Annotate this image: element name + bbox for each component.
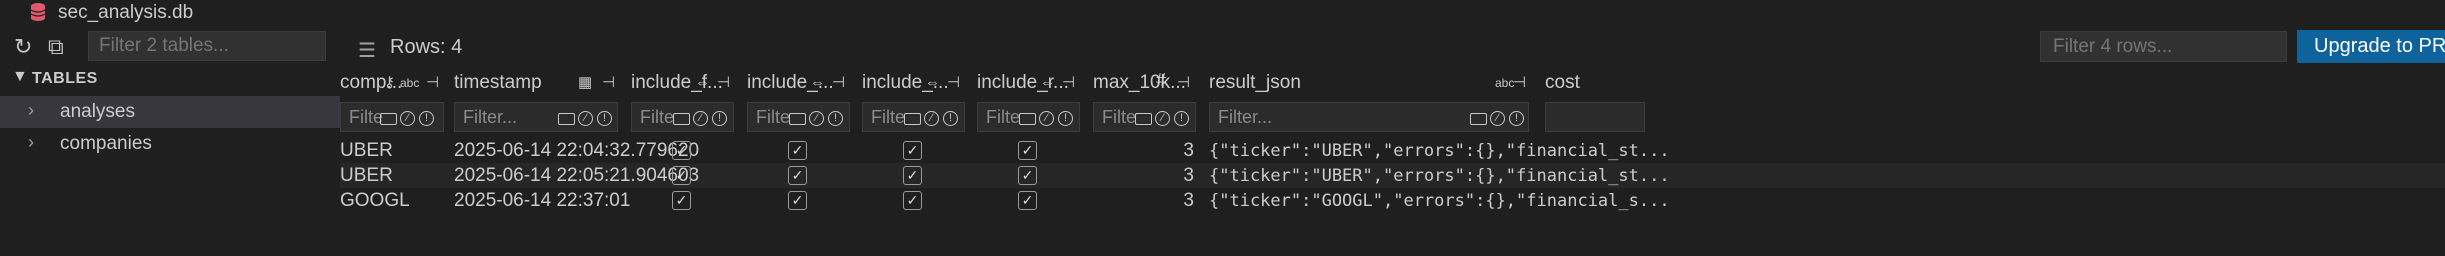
cell-company[interactable]: UBER	[340, 139, 393, 163]
cell-max-10k[interactable]: 3	[1170, 189, 1194, 213]
checkbox-include-f[interactable]: ✓	[672, 166, 691, 185]
null-filter-icon[interactable]: ⁄	[400, 111, 415, 126]
cell-result-json[interactable]: {"ticker":"GOOGL","errors":{},"financial…	[1209, 189, 1670, 213]
key-icon: ⚷	[384, 74, 395, 91]
exclamation-icon[interactable]: !	[419, 111, 434, 126]
refresh-icon[interactable]: ↻	[14, 36, 32, 58]
filter-mode-icon[interactable]	[789, 113, 806, 125]
filter-mode-icon[interactable]	[904, 113, 921, 125]
checkbox-include-3[interactable]: ✓	[903, 166, 922, 185]
boolean-type-icon: ⇔	[810, 74, 825, 91]
checkbox-include-r[interactable]: ✓	[1018, 141, 1037, 160]
checkbox-include-r[interactable]: ✓	[1018, 166, 1037, 185]
null-filter-icon[interactable]: ⁄	[578, 111, 593, 126]
column-header-cost[interactable]: cost	[1545, 66, 1645, 106]
pin-icon[interactable]: ⊣	[1513, 75, 1526, 91]
pin-icon[interactable]: ⊣	[426, 75, 439, 91]
filter-rows-input[interactable]	[2040, 31, 2287, 62]
sidebar-item-companies[interactable]: › companies	[0, 128, 340, 160]
column-header-timestamp[interactable]: timestamp	[454, 66, 620, 106]
pin-icon[interactable]: ⊣	[832, 75, 845, 91]
tables-section-title[interactable]: TABLES	[32, 70, 98, 88]
checkbox-include-3[interactable]: ✓	[903, 141, 922, 160]
checkbox-include-3[interactable]: ✓	[903, 191, 922, 210]
filter-mode-icon[interactable]	[1135, 113, 1152, 125]
table-row[interactable]: 2 2 UBER 2025-06-14 22:05:21.904603 ✓ ✓ …	[340, 163, 2445, 188]
null-filter-icon[interactable]: ⁄	[924, 111, 939, 126]
boolean-type-icon: ⇔	[695, 74, 710, 91]
rows-count: Rows: 4	[390, 36, 463, 58]
cell-company[interactable]: UBER	[340, 164, 393, 188]
exclamation-icon[interactable]: !	[597, 111, 612, 126]
null-filter-icon[interactable]: ⁄	[1490, 111, 1505, 126]
text-type-icon: abc	[400, 76, 420, 90]
checkbox-include-f[interactable]: ✓	[672, 141, 691, 160]
cell-timestamp[interactable]: 2025-06-14 22:37:01	[454, 189, 630, 213]
exclamation-icon[interactable]: !	[828, 111, 843, 126]
exclamation-icon[interactable]: !	[1058, 111, 1073, 126]
sidebar-item-label: companies	[60, 133, 152, 154]
copy-icon[interactable]: ⧉	[48, 36, 64, 58]
number-type-icon: #	[1156, 70, 1167, 90]
chevron-right-icon: ›	[28, 100, 34, 120]
sidebar-item-label: analyses	[60, 101, 135, 122]
exclamation-icon[interactable]: !	[1174, 111, 1189, 126]
filter-input-cost[interactable]	[1545, 102, 1645, 132]
exclamation-icon[interactable]: !	[712, 111, 727, 126]
chevron-down-icon[interactable]: ▼	[12, 68, 28, 86]
cell-timestamp[interactable]: 2025-06-14 22:04:32.779620	[454, 139, 699, 163]
text-type-icon: abc	[1495, 76, 1515, 90]
filter-mode-icon[interactable]	[1470, 113, 1487, 125]
file-name: sec_analysis.db	[58, 2, 194, 23]
rows-icon: ☰	[358, 40, 376, 62]
cell-max-10k[interactable]: 3	[1170, 164, 1194, 188]
data-grid: ⊣ ⊣ ! comp... ⚷ abc ⊣ Filte ⁄ ! timestam…	[340, 66, 2445, 256]
table-row[interactable]: 1 1 UBER 2025-06-14 22:04:32.779620 ✓ ✓ …	[340, 138, 2445, 163]
cell-max-10k[interactable]: 3	[1170, 139, 1194, 163]
checkbox-include-2[interactable]: ✓	[788, 191, 807, 210]
sidebar-item-analyses[interactable]: › analyses	[0, 96, 340, 128]
null-filter-icon[interactable]: ⁄	[1155, 111, 1170, 126]
checkbox-include-2[interactable]: ✓	[788, 141, 807, 160]
filter-mode-icon[interactable]	[558, 113, 575, 125]
calendar-icon: ▦	[578, 74, 593, 91]
filter-input-timestamp[interactable]: Filter...	[454, 102, 618, 132]
pin-icon[interactable]: ⊣	[602, 75, 615, 91]
boolean-type-icon: ⇔	[925, 74, 940, 91]
pin-icon[interactable]: ⊣	[1062, 75, 1075, 91]
boolean-type-icon: ⇔	[1040, 74, 1055, 91]
database-icon	[30, 3, 46, 21]
checkbox-include-r[interactable]: ✓	[1018, 191, 1037, 210]
filter-mode-icon[interactable]	[380, 113, 397, 125]
filter-mode-icon[interactable]	[673, 113, 690, 125]
null-filter-icon[interactable]: ⁄	[1039, 111, 1054, 126]
chevron-right-icon: ›	[28, 132, 34, 152]
filter-mode-icon[interactable]	[1019, 113, 1036, 125]
null-filter-icon[interactable]: ⁄	[693, 111, 708, 126]
cell-timestamp[interactable]: 2025-06-14 22:05:21.904603	[454, 164, 699, 188]
checkbox-include-f[interactable]: ✓	[672, 191, 691, 210]
cell-result-json[interactable]: {"ticker":"UBER","errors":{},"financial_…	[1209, 164, 1670, 188]
column-header-result-json[interactable]: result_json	[1209, 66, 1529, 106]
cell-company[interactable]: GOOGL	[340, 189, 410, 213]
pin-icon[interactable]: ⊣	[1177, 75, 1190, 91]
pin-icon[interactable]: ⊣	[717, 75, 730, 91]
title-bar	[0, 0, 2445, 30]
null-filter-icon[interactable]: ⁄	[809, 111, 824, 126]
table-row[interactable]: 3 3 GOOGL 2025-06-14 22:37:01 ✓ ✓ ✓ ✓ 3 …	[340, 188, 2445, 213]
exclamation-icon[interactable]: !	[1509, 111, 1524, 126]
upgrade-button[interactable]: Upgrade to PRO	[2297, 30, 2445, 63]
exclamation-icon[interactable]: !	[943, 111, 958, 126]
pin-icon[interactable]: ⊣	[947, 75, 960, 91]
table-filter-input[interactable]	[88, 31, 326, 61]
cell-result-json[interactable]: {"ticker":"UBER","errors":{},"financial_…	[1209, 139, 1670, 163]
checkbox-include-2[interactable]: ✓	[788, 166, 807, 185]
